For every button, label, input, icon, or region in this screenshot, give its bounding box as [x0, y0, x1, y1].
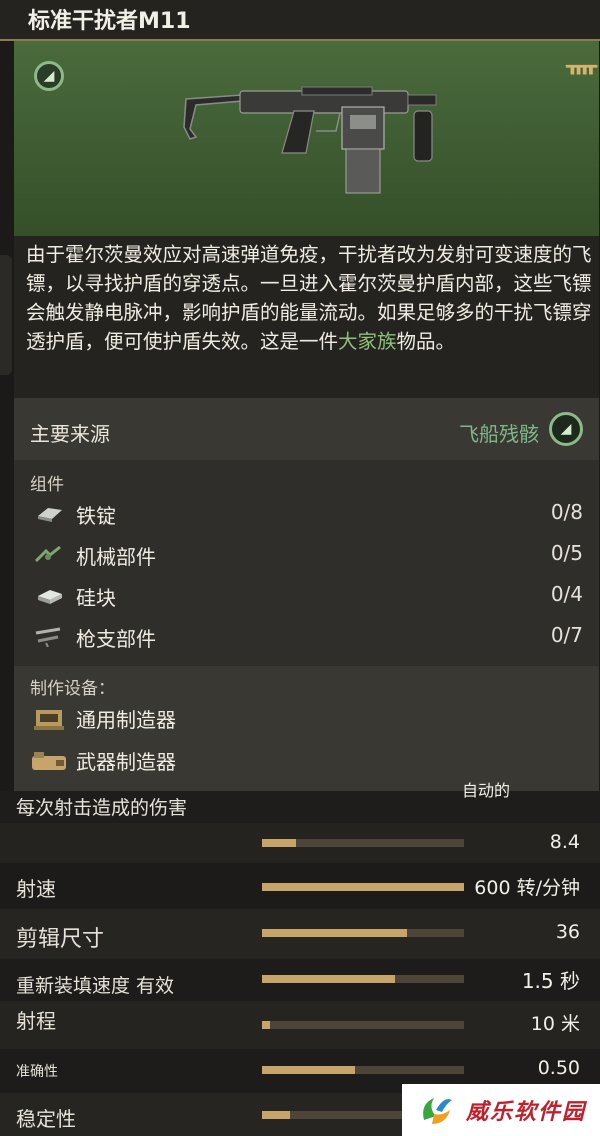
stat-bar: [262, 839, 464, 847]
station-row-fabricator: 通用制造器: [14, 698, 599, 740]
primary-source-value: 飞船残骸: [459, 422, 539, 446]
component-count: 0/7: [550, 623, 583, 647]
stat-bar-fill: [262, 1111, 291, 1119]
stat-label: 射程: [16, 1009, 56, 1033]
component-name: 枪支部件: [76, 627, 156, 651]
item-description: 由于霍尔茨曼效应对高速弹道免疫，干扰者改为发射可变速度的飞镖，以寻找护盾的穿透点…: [14, 236, 599, 398]
stat-bar: [262, 1066, 464, 1074]
stat-bar: [262, 883, 464, 891]
component-count: 0/5: [550, 541, 583, 565]
weapon-fabricator-icon: [32, 752, 66, 770]
primary-source-label: 主要来源: [30, 422, 110, 446]
stat-bar-fill: [262, 975, 396, 983]
component-row-mechanical-parts: 机械部件 0/5: [14, 535, 599, 575]
stat-label: 射速: [16, 877, 56, 901]
wreck-icon: ◢: [549, 412, 583, 446]
component-count: 0/8: [550, 500, 583, 524]
rarity-icon: ◢: [34, 61, 64, 91]
station-row-weapon-fabricator: 武器制造器: [14, 740, 599, 782]
weapon-image: [183, 86, 437, 194]
stat-value: 0.50: [537, 1057, 580, 1079]
mechanical-parts-icon: [34, 545, 61, 563]
item-title: 标准干扰者M11: [28, 9, 191, 34]
description-text: 由于霍尔茨曼效应对高速弹道免疫，干扰者改为发射可变速度的飞镖，以寻找护盾的穿透点…: [26, 243, 592, 353]
stat-value: 1.5 秒: [521, 969, 580, 993]
stat-bar: [262, 1021, 464, 1029]
component-name: 硅块: [76, 586, 116, 610]
station-name: 武器制造器: [76, 750, 176, 774]
stat-row-damage: 8.4: [0, 823, 600, 863]
title-bar: 标准干扰者M11: [0, 0, 600, 40]
side-tab[interactable]: [0, 255, 12, 375]
stat-bar-fill: [262, 883, 464, 891]
great-house-icon: ᚄ: [566, 53, 598, 77]
component-name: 铁锭: [76, 504, 116, 528]
iron-ingot-icon: [38, 508, 62, 522]
watermark-logo-icon: [423, 1098, 452, 1124]
gun-parts-icon: [35, 627, 61, 647]
primary-source-row: 主要来源 飞船残骸 ◢: [14, 398, 599, 460]
silicon-block-icon: [38, 590, 62, 604]
stat-bar: [262, 929, 464, 937]
stat-value: 36: [555, 921, 580, 943]
watermark-text: 威乐软件园: [466, 1099, 587, 1125]
stat-bar-fill: [262, 1066, 355, 1074]
watermark: 威乐软件园: [402, 1084, 600, 1136]
family-name: 大家族: [338, 330, 397, 353]
component-row-iron-ingot: 铁锭 0/8: [14, 494, 599, 534]
stat-row-reload-speed: 重新装填速度 有效 1.5 秒: [0, 959, 600, 1001]
components-label: 组件: [30, 475, 64, 495]
components-section: 组件 铁锭 0/8 机械部件 0/5 硅块 0/4 枪支部件 0/7: [14, 460, 599, 666]
stat-row-clip-size: 剪辑尺寸 36: [0, 909, 600, 959]
stations-label: 制作设备：: [30, 679, 115, 699]
stat-value: 8.4: [549, 831, 580, 853]
stat-label: 重新装填速度 有效: [16, 975, 175, 997]
item-image-panel: ◢ ᚄ: [14, 41, 599, 236]
item-card: ◢ ᚄ 由于霍尔茨曼效应对高速弹道免疫，干扰者改为发射可变速度的飞镖，以寻找护盾…: [14, 41, 599, 791]
stat-label: 每次射击造成的伤害: [16, 797, 188, 819]
stat-value: 10 米: [530, 1013, 580, 1035]
stat-bar-fill: [262, 839, 297, 847]
stat-label: 准确性: [16, 1064, 58, 1080]
station-name: 通用制造器: [76, 708, 176, 732]
crafting-stations-section: 制作设备： 通用制造器 武器制造器: [14, 666, 599, 791]
stat-value: 600 转/分钟: [474, 877, 580, 899]
stat-label: 稳定性: [16, 1107, 76, 1131]
component-count: 0/4: [550, 582, 583, 606]
stat-bar-fill: [262, 929, 408, 937]
stat-row-range: 射程 10 米: [0, 1001, 600, 1049]
description-text-end: 物品。: [396, 330, 456, 353]
fabricator-icon: [34, 710, 64, 730]
component-row-silicon-block: 硅块 0/4: [14, 576, 599, 616]
stat-row-fire-rate: 射速 600 转/分钟: [0, 863, 600, 909]
stat-bar-fill: [262, 1021, 271, 1029]
stat-label: 剪辑尺寸: [16, 927, 105, 952]
component-name: 机械部件: [76, 545, 156, 569]
stat-row-damage-label: 每次射击造成的伤害: [0, 791, 600, 823]
stat-bar: [262, 975, 464, 983]
component-row-gun-parts: 枪支部件 0/7: [14, 617, 599, 657]
